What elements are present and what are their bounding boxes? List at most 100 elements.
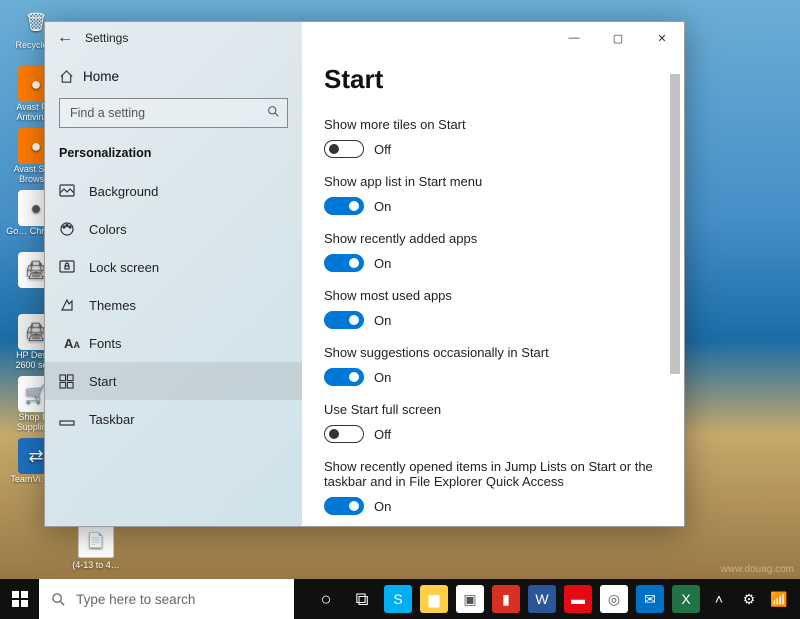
option-row: On bbox=[324, 254, 662, 272]
option-row: Off bbox=[324, 140, 662, 158]
option-row: On bbox=[324, 311, 662, 329]
settings-sidebar: ← Settings Home Personalization Backgrou… bbox=[45, 22, 302, 526]
close-button[interactable]: ✕ bbox=[640, 22, 684, 54]
nav-item-label: Lock screen bbox=[89, 260, 159, 275]
option-1: Show app list in Start menu On bbox=[324, 174, 662, 215]
option-label: Show recently added apps bbox=[324, 231, 662, 246]
nav-item-label: Colors bbox=[89, 222, 127, 237]
search-input[interactable] bbox=[59, 98, 288, 128]
search-box bbox=[59, 98, 288, 128]
toggle-switch[interactable] bbox=[324, 140, 364, 158]
taskbar-app-mail[interactable]: ✉ bbox=[632, 579, 668, 619]
search-icon bbox=[267, 105, 280, 118]
taskbar: Type here to search ○⧉S▆▣▮W▬◎✉X ˄⚙📶 bbox=[0, 579, 800, 619]
option-4: Show suggestions occasionally in Start O… bbox=[324, 345, 662, 386]
taskbar-app-task-view[interactable]: ⧉ bbox=[344, 579, 380, 619]
nav-item-start[interactable]: Start bbox=[45, 362, 302, 400]
home-label: Home bbox=[83, 69, 119, 84]
toggle-state-text: On bbox=[374, 370, 391, 385]
option-row: On bbox=[324, 368, 662, 386]
toggle-switch[interactable] bbox=[324, 425, 364, 443]
toggle-state-text: On bbox=[374, 499, 391, 514]
toggle-switch[interactable] bbox=[324, 497, 364, 515]
toggle-state-text: Off bbox=[374, 142, 391, 157]
nav-item-label: Themes bbox=[89, 298, 136, 313]
option-label: Show suggestions occasionally in Start bbox=[324, 345, 662, 360]
taskbar-app-file-explorer[interactable]: ▆ bbox=[416, 579, 452, 619]
nav-item-label: Background bbox=[89, 184, 158, 199]
taskbar-icon bbox=[59, 411, 85, 427]
toggle-switch[interactable] bbox=[324, 368, 364, 386]
search-wrap bbox=[45, 98, 302, 138]
nav-item-taskbar[interactable]: Taskbar bbox=[45, 400, 302, 438]
desktop: 🗑Recycle…●Avast F… Antiviru…●Avast Se… B… bbox=[0, 0, 800, 619]
option-5: Use Start full screen Off bbox=[324, 402, 662, 443]
taskbar-apps: ○⧉S▆▣▮W▬◎✉X bbox=[294, 579, 704, 619]
toggle-switch[interactable] bbox=[324, 311, 364, 329]
system-tray: ˄⚙📶 bbox=[704, 579, 800, 619]
taskbar-app-skype[interactable]: S bbox=[380, 579, 416, 619]
taskbar-app-chrome[interactable]: ◎ bbox=[596, 579, 632, 619]
desktop-file[interactable]: 📄 (4-13 to 4… bbox=[66, 522, 126, 570]
nav-item-label: Start bbox=[89, 374, 116, 389]
toggle-state-text: On bbox=[374, 256, 391, 271]
toggle-switch[interactable] bbox=[324, 197, 364, 215]
start-icon bbox=[59, 374, 85, 389]
nav-item-colors[interactable]: Colors bbox=[45, 210, 302, 248]
nav-item-themes[interactable]: Themes bbox=[45, 286, 302, 324]
taskbar-app-word[interactable]: W bbox=[524, 579, 560, 619]
section-label: Personalization bbox=[45, 138, 302, 172]
app-title: Settings bbox=[85, 31, 128, 45]
scroll-thumb[interactable] bbox=[670, 74, 680, 374]
toggle-switch[interactable] bbox=[324, 254, 364, 272]
maximize-button[interactable]: ▢ bbox=[596, 22, 640, 54]
option-label: Show more tiles on Start bbox=[324, 117, 662, 132]
fonts-icon: AA bbox=[59, 335, 85, 352]
file-label: (4-13 to 4… bbox=[66, 560, 126, 570]
taskbar-app-netflix[interactable]: ▬ bbox=[560, 579, 596, 619]
option-label: Show most used apps bbox=[324, 288, 662, 303]
toggle-state-text: On bbox=[374, 199, 391, 214]
taskbar-app-cortana[interactable]: ○ bbox=[308, 579, 344, 619]
option-2: Show recently added apps On bbox=[324, 231, 662, 272]
background-icon bbox=[59, 183, 85, 199]
scrollbar[interactable] bbox=[668, 74, 682, 522]
window-controls: — ▢ ✕ bbox=[302, 22, 684, 54]
option-label: Show app list in Start menu bbox=[324, 174, 662, 189]
tray-wifi-icon[interactable]: 📶 bbox=[764, 579, 794, 619]
nav-item-fonts[interactable]: AAFonts bbox=[45, 324, 302, 362]
page-heading: Start bbox=[324, 64, 662, 95]
nav-list: Background Colors Lock screen Themes AAFonts… bbox=[45, 172, 302, 526]
titlebar: ← Settings bbox=[45, 22, 302, 54]
taskbar-search[interactable]: Type here to search bbox=[39, 579, 294, 619]
toggle-state-text: Off bbox=[374, 427, 391, 442]
home-icon bbox=[59, 69, 83, 84]
toggle-state-text: On bbox=[374, 313, 391, 328]
taskbar-app-excel[interactable]: X bbox=[668, 579, 704, 619]
start-button[interactable] bbox=[0, 579, 39, 619]
nav-item-background[interactable]: Background bbox=[45, 172, 302, 210]
nav-item-label: Taskbar bbox=[89, 412, 135, 427]
taskbar-app-pdf[interactable]: ▮ bbox=[488, 579, 524, 619]
lock-icon bbox=[59, 259, 85, 275]
colors-icon bbox=[59, 221, 85, 237]
content-area: Start Show more tiles on Start Off Show … bbox=[302, 54, 684, 526]
home-nav[interactable]: Home bbox=[45, 54, 302, 98]
option-label: Show recently opened items in Jump Lists… bbox=[324, 459, 662, 489]
back-button[interactable]: ← bbox=[45, 29, 85, 47]
tray-chevron-icon[interactable]: ˄ bbox=[704, 579, 734, 619]
option-row: Off bbox=[324, 425, 662, 443]
watermark: www.douag.com bbox=[721, 564, 794, 575]
option-row: On bbox=[324, 497, 662, 515]
minimize-button[interactable]: — bbox=[552, 22, 596, 54]
search-icon bbox=[51, 592, 66, 607]
option-6: Show recently opened items in Jump Lists… bbox=[324, 459, 662, 515]
option-row: On bbox=[324, 197, 662, 215]
taskbar-app-store[interactable]: ▣ bbox=[452, 579, 488, 619]
tray-settings-icon[interactable]: ⚙ bbox=[734, 579, 764, 619]
settings-main: — ▢ ✕ Start Show more tiles on Start Off… bbox=[302, 22, 684, 526]
option-3: Show most used apps On bbox=[324, 288, 662, 329]
settings-window: ← Settings Home Personalization Backgrou… bbox=[44, 21, 685, 527]
nav-item-lock[interactable]: Lock screen bbox=[45, 248, 302, 286]
option-0: Show more tiles on Start Off bbox=[324, 117, 662, 158]
